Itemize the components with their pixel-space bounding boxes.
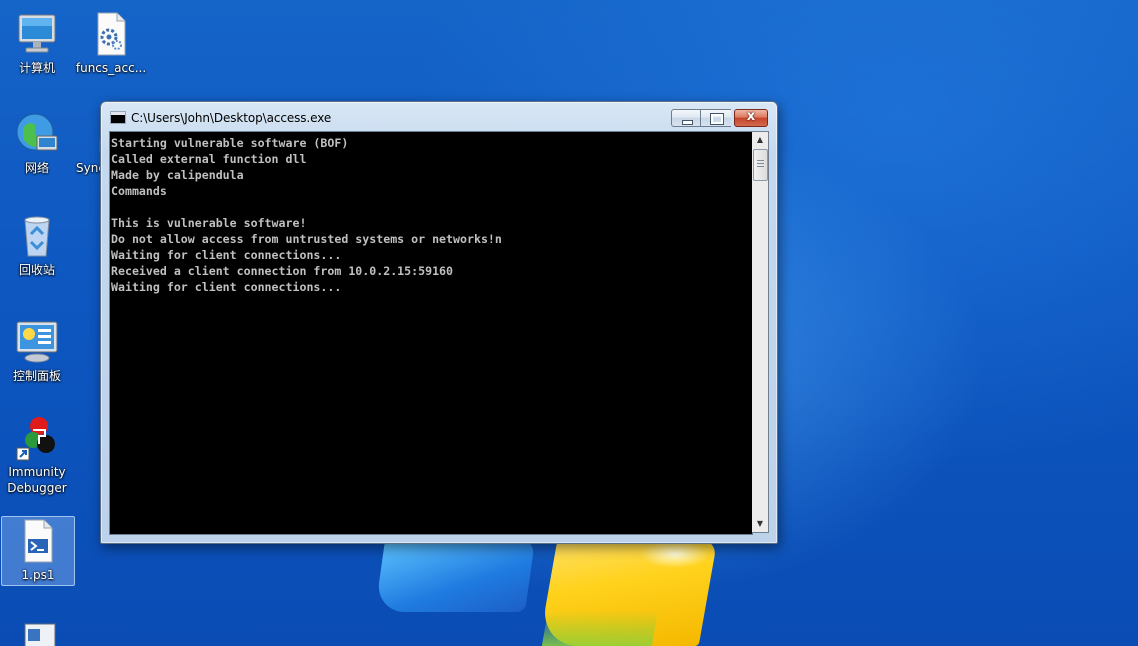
scrollbar-thumb[interactable] [753, 149, 768, 181]
desktop-icon-control-panel[interactable]: 控制面板 [1, 318, 73, 384]
console-lines: Starting vulnerable software (BOF) Calle… [110, 132, 752, 295]
minimize-button[interactable] [671, 109, 701, 127]
console-line: Made by calipendula [111, 168, 244, 182]
console-line: Commands [111, 184, 167, 198]
network-icon [13, 110, 61, 158]
desktop-icon-immunity-debugger[interactable]: Immunity Debugger [1, 414, 73, 496]
desktop-icon-label: 网络 [24, 161, 49, 175]
console-window[interactable]: C:\Users\John\Desktop\access.exe x Start… [100, 101, 778, 544]
console-line: This is vulnerable software! [111, 216, 307, 230]
close-icon: x [746, 109, 756, 124]
recycle-bin-icon [13, 212, 61, 260]
computer-icon [13, 10, 61, 58]
console-line: Waiting for client connections... [111, 248, 342, 262]
vertical-scrollbar[interactable]: ▲ ▼ [752, 131, 769, 533]
desktop-icon-partial[interactable] [1, 622, 73, 646]
desktop-icon-label: Immunity Debugger [7, 465, 67, 495]
wallpaper-grass [541, 610, 659, 646]
control-panel-icon [13, 318, 61, 366]
console-line: Do not allow access from untrusted syste… [111, 232, 502, 246]
desktop-icon-label: funcs_acc... [75, 61, 147, 75]
desktop-icon-recycle-bin[interactable]: 回收站 [1, 212, 73, 278]
window-title: C:\Users\John\Desktop\access.exe [131, 111, 332, 125]
desktop-icon-label: 计算机 [18, 61, 55, 75]
desktop-icon-computer[interactable]: 计算机 [1, 10, 73, 76]
maximize-icon [710, 113, 724, 125]
console-line: Waiting for client connections... [111, 280, 342, 294]
desktop-icon-funcs-access[interactable]: funcs_acc... [75, 10, 147, 76]
window-titlebar[interactable]: C:\Users\John\Desktop\access.exe x [101, 102, 777, 130]
console-line: Starting vulnerable software (BOF) [111, 136, 349, 150]
settings-file-icon [87, 10, 135, 58]
desktop-icon-network[interactable]: 网络 [1, 110, 73, 176]
window-app-icon [13, 622, 61, 646]
scroll-up-icon[interactable]: ▲ [752, 132, 768, 148]
console-line: Received a client connection from 10.0.2… [111, 264, 454, 278]
desktop-icon-label: 回收站 [18, 263, 55, 277]
close-button[interactable]: x [734, 109, 768, 127]
desktop-icon-label: 1.ps1 [21, 568, 55, 582]
maximize-button[interactable] [701, 109, 731, 127]
console-app-icon[interactable] [110, 111, 126, 124]
powershell-script-icon [14, 517, 62, 565]
scroll-down-icon[interactable]: ▼ [752, 516, 768, 532]
immunity-debugger-icon [13, 414, 61, 462]
desktop-icon-label: 控制面板 [12, 369, 61, 383]
console-output[interactable]: Starting vulnerable software (BOF) Calle… [109, 131, 753, 535]
desktop: 计算机 funcs_acc... 网络 Sync 回收站 控制面板 Immuni… [0, 0, 1138, 646]
console-line: Called external function dll [111, 152, 307, 166]
desktop-icon-ps1-script[interactable]: 1.ps1 [1, 516, 75, 586]
minimize-icon [682, 120, 693, 125]
wallpaper-logo-pane-blue [374, 540, 536, 612]
wallpaper-shine [640, 540, 710, 568]
